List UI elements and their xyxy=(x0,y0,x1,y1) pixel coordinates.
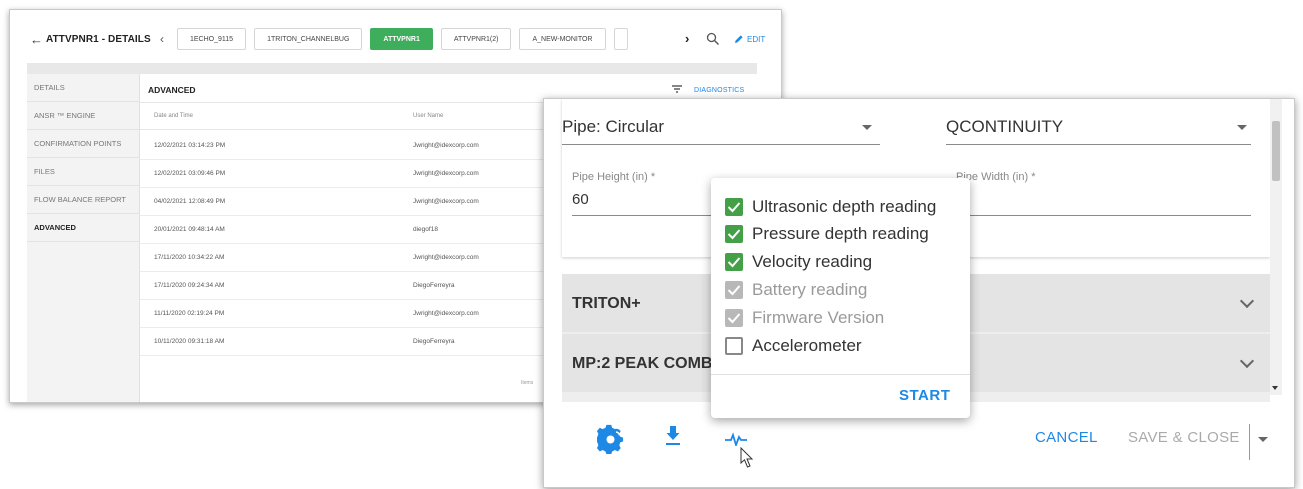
panel-title: TRITON+ xyxy=(572,295,641,312)
cell-datetime: 17/11/2020 09:24:34 AM xyxy=(154,282,225,289)
items-per-page-label: Items xyxy=(521,380,534,386)
option-label: Velocity reading xyxy=(752,252,873,271)
diagnostics-popup: Ultrasonic depth reading Pressure depth … xyxy=(711,178,970,418)
sidebar-item-ansr-engine[interactable]: ANSR ™ ENGINE xyxy=(27,102,139,130)
tab-attvpnr1-2[interactable]: ATTVPNR1(2) xyxy=(440,28,512,50)
checkbox-checked-disabled xyxy=(725,309,743,327)
option-ultrasonic-depth[interactable]: Ultrasonic depth reading xyxy=(725,196,936,218)
chevron-down-icon xyxy=(862,125,872,130)
cell-user: DiegoFerreyra xyxy=(413,282,455,289)
expand-chevron-icon[interactable] xyxy=(1239,293,1255,309)
checkbox-unchecked[interactable] xyxy=(725,337,743,355)
page-title: ATTVPNR1 - DETAILS xyxy=(46,34,151,45)
option-label: Ultrasonic depth reading xyxy=(752,197,937,216)
option-label: Firmware Version xyxy=(752,308,885,327)
tab-a-new-monitor[interactable]: A_NEW-MONITOR xyxy=(519,28,606,50)
checkbox-checked-disabled xyxy=(725,281,743,299)
checkbox-checked[interactable] xyxy=(725,253,743,271)
pencil-icon xyxy=(735,35,743,43)
cell-user: Jwright@idexcorp.com xyxy=(413,142,479,149)
second-select-value: QCONTINUITY xyxy=(946,117,1064,136)
column-header-username[interactable]: User Name xyxy=(413,113,443,119)
cell-user: Jwright@idexcorp.com xyxy=(413,254,479,261)
cell-datetime: 20/01/2021 09:48:14 AM xyxy=(154,226,225,233)
details-sidebar: DETAILS ANSR ™ ENGINE CONFIRMATION POINT… xyxy=(27,74,140,402)
cell-user: diegof18 xyxy=(413,226,438,233)
section-title: ADVANCED xyxy=(148,85,196,95)
cell-user: DiegoFerreyra xyxy=(413,338,455,345)
pipe-height-label: Pipe Height (in) * xyxy=(572,171,656,183)
option-label: Accelerometer xyxy=(752,336,862,355)
tab-attvpnr1[interactable]: ATTVPNR1 xyxy=(370,28,433,50)
option-battery: Battery reading xyxy=(725,279,867,301)
tab-partial[interactable] xyxy=(613,28,628,50)
cell-datetime: 04/02/2021 12:08:49 PM xyxy=(154,198,226,205)
save-close-button[interactable]: SAVE & CLOSE xyxy=(1128,429,1240,446)
pipe-height-input[interactable]: 60 xyxy=(572,191,589,208)
option-pressure-depth[interactable]: Pressure depth reading xyxy=(725,223,929,245)
sidebar-item-flow-balance-report[interactable]: FLOW BALANCE REPORT xyxy=(27,186,139,214)
mouse-cursor-icon xyxy=(740,447,754,468)
download-icon[interactable] xyxy=(665,424,681,446)
panel-title: MP:2 PEAK COMB xyxy=(572,355,713,372)
diagnostics-link[interactable]: DIAGNOSTICS xyxy=(694,87,744,94)
checkbox-checked[interactable] xyxy=(725,225,743,243)
gear-signal-icon[interactable] xyxy=(597,424,627,454)
second-select-underline xyxy=(946,144,1251,145)
details-header: ← ATTVPNR1 - DETAILS ‹ 1ECHO_9115 1TRITO… xyxy=(10,10,781,68)
sidebar-item-confirmation-points[interactable]: CONFIRMATION POINTS xyxy=(27,130,139,158)
tab-scroll-left-icon[interactable]: ‹ xyxy=(160,32,164,46)
monitor-tabs: 1ECHO_9115 1TRITON_CHANNELBUG ATTVPNR1 A… xyxy=(177,28,628,52)
expand-chevron-icon[interactable] xyxy=(1239,353,1255,369)
scrollbar[interactable] xyxy=(1270,99,1282,395)
chevron-down-icon xyxy=(1237,125,1247,130)
tab-1echo-9115[interactable]: 1ECHO_9115 xyxy=(177,28,247,50)
option-firmware-version: Firmware Version xyxy=(725,307,884,329)
option-label: Pressure depth reading xyxy=(752,224,929,243)
popup-divider xyxy=(711,374,970,375)
header-divider xyxy=(27,63,757,74)
cell-datetime: 11/11/2020 02:19:24 PM xyxy=(154,310,225,317)
option-label: Battery reading xyxy=(752,280,868,299)
scroll-down-icon[interactable] xyxy=(1272,386,1278,390)
tab-scroll-right-icon[interactable]: › xyxy=(685,31,689,46)
cell-datetime: 12/02/2021 03:09:46 PM xyxy=(154,170,226,177)
cancel-button[interactable]: CANCEL xyxy=(1035,429,1098,446)
back-arrow-icon[interactable]: ← xyxy=(30,32,43,47)
edit-button[interactable]: EDIT xyxy=(734,34,765,44)
sidebar-item-files[interactable]: FILES xyxy=(27,158,139,186)
cell-datetime: 17/11/2020 10:34:22 AM xyxy=(154,254,225,261)
cell-user: Jwright@idexcorp.com xyxy=(413,310,479,317)
edit-button-label: EDIT xyxy=(747,34,766,44)
option-velocity[interactable]: Velocity reading xyxy=(725,251,872,273)
option-accelerometer[interactable]: Accelerometer xyxy=(725,335,862,357)
pipe-shape-underline xyxy=(562,144,880,145)
start-button[interactable]: START xyxy=(899,387,950,404)
tab-1triton-channelbug[interactable]: 1TRITON_CHANNELBUG xyxy=(254,28,363,50)
sidebar-item-details[interactable]: DETAILS xyxy=(27,74,139,102)
search-icon[interactable] xyxy=(706,32,720,46)
scrollbar-thumb[interactable] xyxy=(1272,121,1280,181)
cell-datetime: 12/02/2021 03:14:23 PM xyxy=(154,142,226,149)
column-header-datetime[interactable]: Date and Time xyxy=(154,113,193,119)
split-divider xyxy=(1249,424,1250,460)
pipe-shape-value: Pipe: Circular xyxy=(562,117,665,136)
cell-user: Jwright@idexcorp.com xyxy=(413,170,479,177)
filter-icon[interactable] xyxy=(671,84,683,94)
checkbox-checked[interactable] xyxy=(725,198,743,216)
pipe-width-input[interactable] xyxy=(946,215,1251,216)
pipe-height-underline xyxy=(572,215,732,216)
cell-user: Jwright@idexcorp.com xyxy=(413,198,479,205)
cell-datetime: 10/11/2020 09:31:18 AM xyxy=(154,338,225,345)
sidebar-item-advanced[interactable]: ADVANCED xyxy=(27,214,139,242)
diagnostics-pulse-icon[interactable] xyxy=(724,432,748,446)
save-options-dropdown-icon[interactable] xyxy=(1258,437,1268,442)
